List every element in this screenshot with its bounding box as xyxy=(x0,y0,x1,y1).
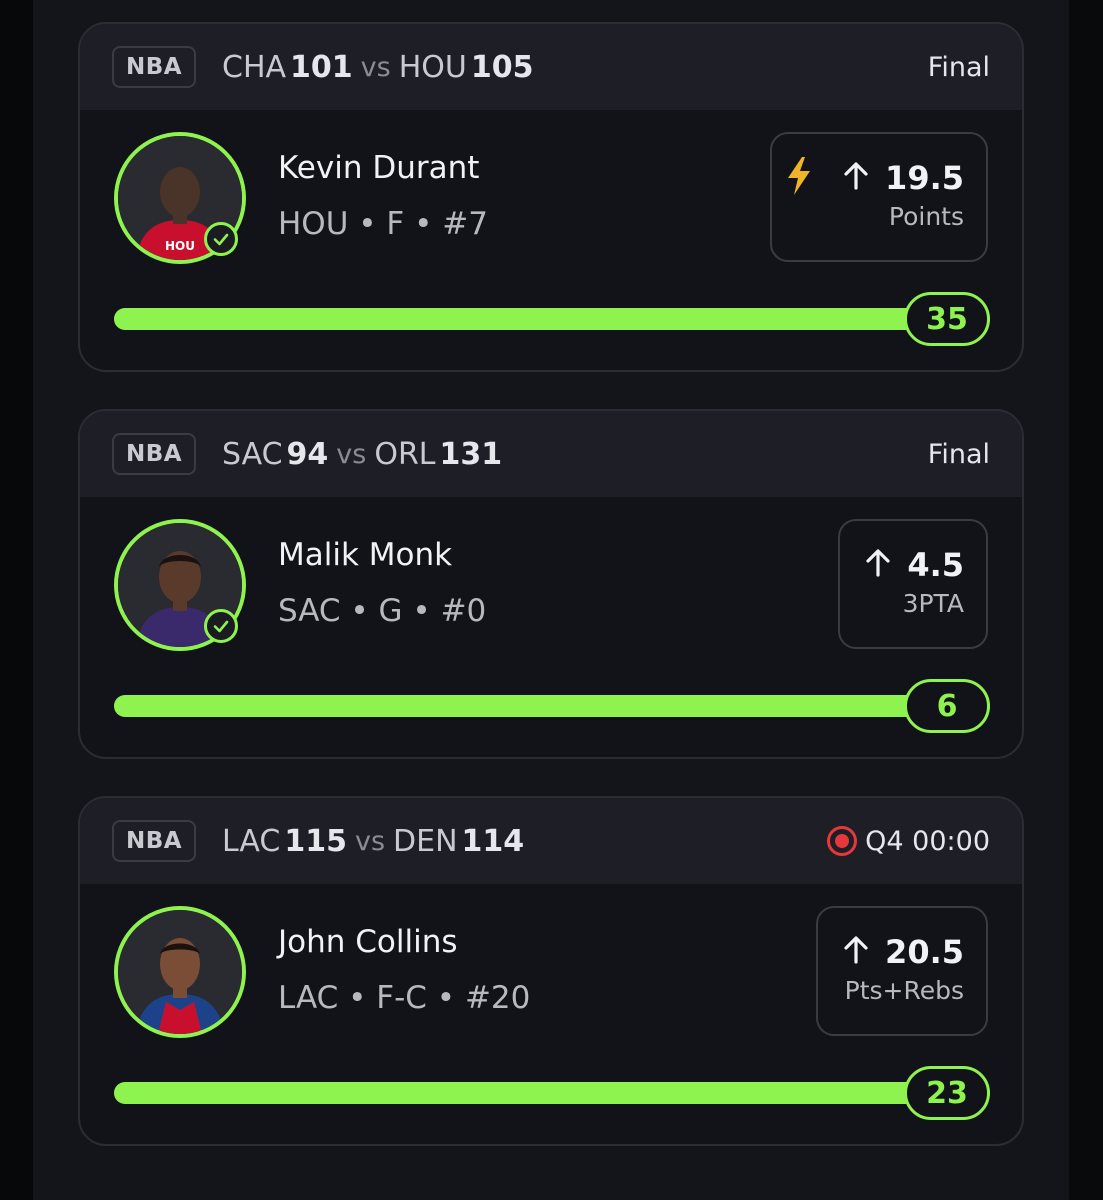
progress-fill xyxy=(114,695,990,717)
pick-stat-type: 3PTA xyxy=(902,589,964,618)
player-name: Malik Monk xyxy=(278,537,453,573)
home-team: DEN xyxy=(393,823,458,859)
game-header: NBA CHA 101 vs HOU 105 Final xyxy=(80,24,1022,110)
pick-card[interactable]: NBA LAC 115 vs DEN 114 Q4 00:00 John Col… xyxy=(78,796,1024,1146)
game-header: NBA SAC 94 vs ORL 131 Final xyxy=(80,411,1022,497)
away-score: 101 xyxy=(290,49,353,85)
arrow-up-icon xyxy=(863,548,893,582)
home-team: HOU xyxy=(398,49,467,85)
game-score: CHA 101 vs HOU 105 xyxy=(222,46,533,88)
progress-track xyxy=(114,695,990,717)
lightning-bolt-icon xyxy=(785,156,813,200)
home-score: 114 xyxy=(461,823,525,859)
game-header: NBA LAC 115 vs DEN 114 Q4 00:00 xyxy=(80,798,1022,884)
away-team: CHA xyxy=(222,49,287,85)
game-score: SAC 94 vs ORL 131 xyxy=(222,433,502,475)
game-status: Final xyxy=(928,433,990,475)
player-name: Kevin Durant xyxy=(278,150,480,186)
game-status-text: Final xyxy=(927,438,990,470)
player-meta: HOU • F • #7 xyxy=(278,206,488,242)
pick-line-value: 19.5 xyxy=(885,159,964,197)
away-score: 94 xyxy=(286,436,329,472)
pick-stat-type: Points xyxy=(888,202,964,231)
right-rail xyxy=(1069,0,1103,1200)
pick-line-value: 20.5 xyxy=(885,933,964,971)
game-status: Q4 00:00 xyxy=(827,820,990,862)
home-score: 131 xyxy=(439,436,503,472)
checkmark-icon xyxy=(204,222,238,256)
result-badge: 6 xyxy=(904,679,990,733)
arrow-up-icon xyxy=(841,161,871,195)
pick-stat-type: Pts+Rebs xyxy=(844,976,964,1005)
progress-fill xyxy=(114,308,990,330)
result-badge: 35 xyxy=(904,292,990,346)
league-badge: NBA xyxy=(112,820,196,862)
pick-card[interactable]: NBA SAC 94 vs ORL 131 Final Malik Monk S… xyxy=(78,409,1024,759)
pick-line-box[interactable]: 19.5 Points xyxy=(770,132,988,262)
home-score: 105 xyxy=(470,49,534,85)
versus-label: vs xyxy=(354,825,386,857)
away-team: LAC xyxy=(222,823,281,859)
versus-label: vs xyxy=(360,51,391,83)
versus-label: vs xyxy=(336,438,367,470)
away-team: SAC xyxy=(222,436,283,472)
home-team: ORL xyxy=(374,436,436,472)
pick-card[interactable]: NBA CHA 101 vs HOU 105 Final HOU Kevin D… xyxy=(78,22,1024,372)
game-status-text: Q4 00:00 xyxy=(865,825,990,857)
progress-fill xyxy=(114,1082,990,1104)
progress-track xyxy=(114,1082,990,1104)
player-avatar xyxy=(114,906,246,1038)
arrow-up-icon xyxy=(841,935,871,969)
player-meta: LAC • F-C • #20 xyxy=(278,980,531,1016)
league-badge: NBA xyxy=(112,433,196,475)
progress-track xyxy=(114,308,990,330)
checkmark-icon xyxy=(204,609,238,643)
away-score: 115 xyxy=(284,823,347,859)
live-indicator-icon xyxy=(827,826,858,856)
game-status-text: Final xyxy=(927,51,990,83)
pick-line-value: 4.5 xyxy=(907,546,964,584)
result-badge: 23 xyxy=(904,1066,990,1120)
league-badge: NBA xyxy=(112,46,196,88)
pick-line-box[interactable]: 20.5 Pts+Rebs xyxy=(816,906,988,1036)
player-meta: SAC • G • #0 xyxy=(278,593,487,629)
jersey-graphic: HOU xyxy=(165,239,195,253)
game-score: LAC 115 vs DEN 114 xyxy=(222,820,524,862)
pick-line-box[interactable]: 4.5 3PTA xyxy=(838,519,988,649)
game-status: Final xyxy=(928,46,990,88)
player-name: John Collins xyxy=(278,924,458,960)
